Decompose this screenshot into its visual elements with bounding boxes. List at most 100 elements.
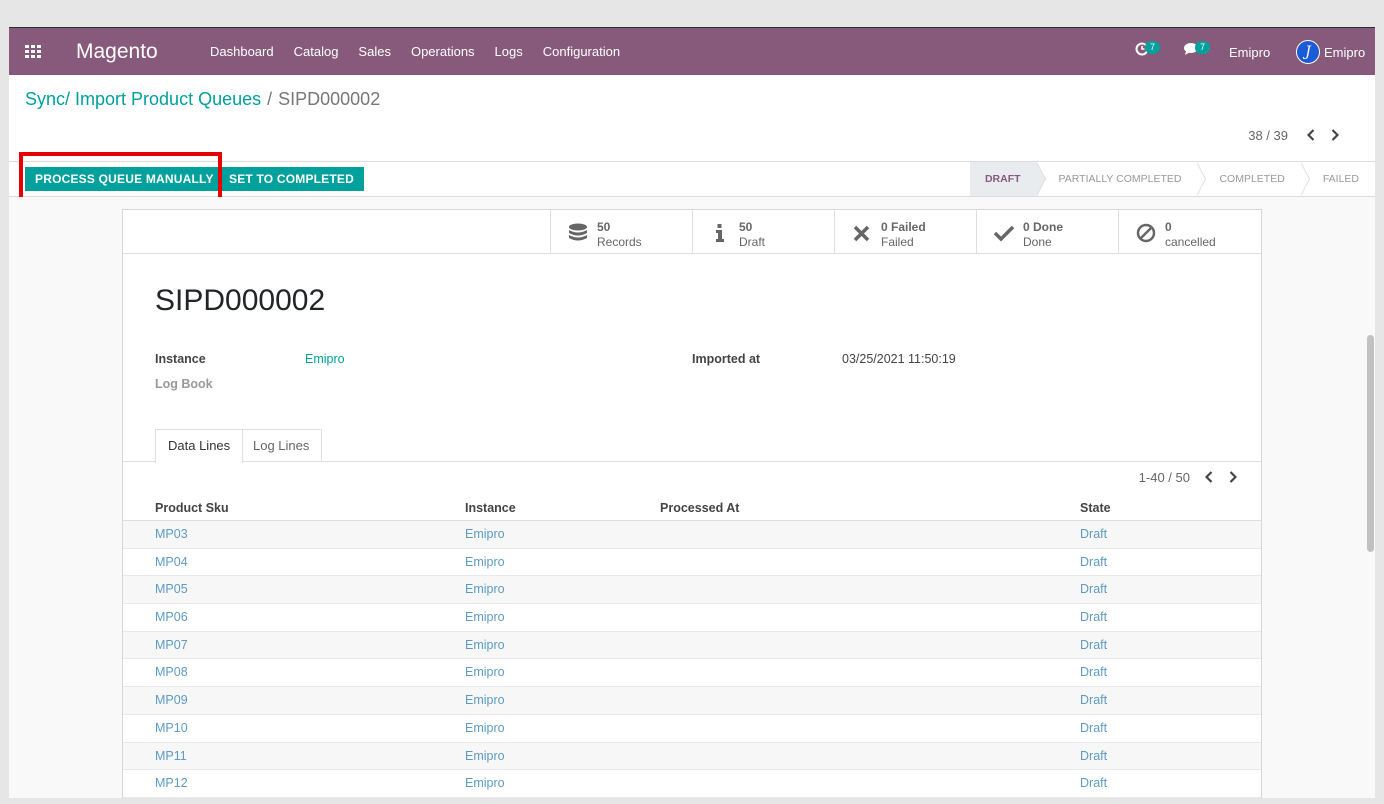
stage-failed[interactable]: FAILED	[1301, 162, 1375, 196]
cell-instance: Emipro	[465, 720, 505, 735]
cell-product-sku: MP06	[155, 610, 188, 625]
stage-completed[interactable]: COMPLETED	[1197, 162, 1310, 196]
times-icon	[853, 225, 870, 242]
record-title: SIPD000002	[155, 284, 326, 317]
menu-logs[interactable]: Logs	[495, 44, 523, 59]
stat-cancelled-value: 0	[1165, 220, 1172, 234]
menu-dashboard[interactable]: Dashboard	[210, 44, 274, 59]
app-brand[interactable]: Magento	[76, 40, 158, 64]
scrollbar[interactable]	[1367, 335, 1374, 552]
cell-product-sku: MP05	[155, 582, 188, 597]
process-queue-manually-button[interactable]: PROCESS QUEUE MANUALLY	[25, 167, 224, 191]
user-avatar[interactable]: J	[1296, 40, 1320, 64]
stage-draft[interactable]: DRAFT	[969, 162, 1046, 196]
breadcrumb: Sync/ Import Product Queues / SIPD000002	[25, 89, 380, 110]
stat-button-cancelled[interactable]: 0 cancelled	[1118, 210, 1261, 253]
table-row[interactable]: MP11 Emipro Draft	[123, 742, 1261, 771]
breadcrumb-parent[interactable]: Sync/ Import Product Queues	[25, 89, 261, 109]
stat-cancelled-label: cancelled	[1165, 235, 1216, 249]
apps-grid-icon[interactable]	[25, 45, 41, 59]
pager-next-button[interactable]	[1326, 127, 1346, 143]
set-to-completed-button[interactable]: SET TO COMPLETED	[219, 167, 364, 191]
imported-at-label: Imported at	[692, 352, 761, 366]
cell-product-sku: MP08	[155, 665, 188, 680]
stat-button-done[interactable]: 0 Done Done	[976, 210, 1119, 253]
stat-button-records[interactable]: 50 Records	[550, 210, 693, 253]
list-pager-previous-button[interactable]	[1200, 469, 1220, 485]
pager-value[interactable]: 38 / 39	[1248, 128, 1288, 143]
imported-at-field: 03/25/2021 11:50:19	[842, 352, 956, 366]
cell-product-sku: MP10	[155, 720, 188, 735]
table-row[interactable]: MP12 Emipro Draft	[123, 770, 1261, 798]
table-row[interactable]: MP09 Emipro Draft	[123, 687, 1261, 715]
cell-instance: Emipro	[465, 637, 505, 652]
stage-failed-label: FAILED	[1322, 173, 1359, 185]
menu-sales[interactable]: Sales	[358, 44, 391, 59]
cell-product-sku: MP09	[155, 693, 188, 708]
cell-state: Draft	[1080, 527, 1108, 541]
form-sheet: 50 Records 50 Draft 0 Failed Failed 0 Do…	[122, 209, 1262, 798]
stage-draft-label: DRAFT	[984, 173, 1021, 185]
instance-label: Instance	[155, 352, 206, 366]
stat-done-value: 0 Done	[1023, 220, 1064, 234]
log-book-field[interactable]	[305, 377, 505, 393]
stage-partially-completed-label: PARTIALLY COMPLETED	[1058, 173, 1182, 185]
menu-catalog[interactable]: Catalog	[294, 44, 339, 59]
stat-button-draft[interactable]: 50 Draft	[692, 210, 835, 253]
table-row[interactable]: MP10 Emipro Draft	[123, 715, 1261, 743]
form-statusbar: PROCESS QUEUE MANUALLY SET TO COMPLETED …	[9, 152, 1375, 201]
table-row[interactable]: MP06 Emipro Draft	[123, 604, 1261, 632]
cell-instance: Emipro	[465, 554, 505, 569]
stage-partially-completed[interactable]: PARTIALLY COMPLETED	[1037, 162, 1207, 196]
stat-failed-value: 0 Failed	[881, 220, 926, 234]
column-instance[interactable]: Instance	[465, 501, 516, 515]
list-pager-next-button[interactable]	[1224, 469, 1244, 485]
cell-state: Draft	[1080, 637, 1108, 652]
tab-data-lines[interactable]: Data Lines	[155, 429, 244, 463]
company-switcher[interactable]: Emipro	[1229, 45, 1270, 60]
cell-product-sku: MP03	[155, 527, 188, 541]
list-pager-value[interactable]: 1-40 / 50	[1139, 470, 1190, 485]
cell-product-sku: MP04	[155, 554, 188, 569]
chevron-right-icon	[1229, 471, 1237, 483]
cell-state: Draft	[1080, 748, 1108, 763]
info-icon	[716, 224, 724, 242]
column-product-sku[interactable]: Product Sku	[155, 501, 229, 515]
table-body: MP03 Emipro Draft MP04 Emipro Draft MP05 Emipro…	[123, 521, 1261, 798]
breadcrumb-current: SIPD000002	[278, 89, 381, 109]
cell-state: Draft	[1080, 582, 1108, 597]
smart-button-box: 50 Records 50 Draft 0 Failed Failed 0 Do…	[123, 210, 1261, 254]
cell-product-sku: MP11	[155, 748, 187, 763]
cell-instance: Emipro	[465, 582, 505, 597]
chevron-right-icon	[1331, 129, 1339, 141]
user-menu[interactable]: Emipro	[1324, 45, 1365, 60]
tab-log-lines[interactable]: Log Lines	[241, 429, 323, 462]
table-row[interactable]: MP04 Emipro Draft	[123, 549, 1261, 577]
messages-badge: 7	[1195, 41, 1211, 54]
column-processed-at[interactable]: Processed At	[660, 501, 739, 515]
table-row[interactable]: MP07 Emipro Draft	[123, 631, 1261, 660]
state-stages: DRAFT PARTIALLY COMPLETED COMPLETED FAIL…	[969, 162, 1375, 196]
app-window: Magento Dashboard Catalog Sales Operatio…	[9, 27, 1375, 798]
cell-instance: Emipro	[465, 665, 505, 680]
systray: 7 7 Emipro J Emipro	[1115, 28, 1375, 75]
pager-previous-button[interactable]	[1302, 127, 1322, 143]
stat-draft-label: Draft	[739, 235, 766, 249]
table-row[interactable]: MP03 Emipro Draft	[123, 521, 1261, 549]
menu-configuration[interactable]: Configuration	[543, 44, 620, 59]
instance-field[interactable]: Emipro	[305, 352, 345, 366]
column-state[interactable]: State	[1080, 501, 1111, 515]
menu-operations[interactable]: Operations	[411, 44, 475, 59]
chevron-left-icon	[1307, 129, 1315, 141]
list-pager: 1-40 / 50	[1139, 469, 1244, 485]
cell-instance: Emipro	[465, 776, 505, 791]
database-icon	[569, 223, 587, 241]
table-row[interactable]: MP08 Emipro Draft	[123, 659, 1261, 688]
stat-button-failed[interactable]: 0 Failed Failed	[834, 210, 977, 253]
cell-product-sku: MP07	[155, 637, 188, 652]
cell-state: Draft	[1080, 610, 1108, 625]
table-row[interactable]: MP05 Emipro Draft	[123, 576, 1261, 605]
cell-instance: Emipro	[465, 748, 505, 763]
table-header: Product Sku Instance Processed At State	[123, 493, 1261, 521]
breadcrumb-separator: /	[267, 89, 273, 109]
